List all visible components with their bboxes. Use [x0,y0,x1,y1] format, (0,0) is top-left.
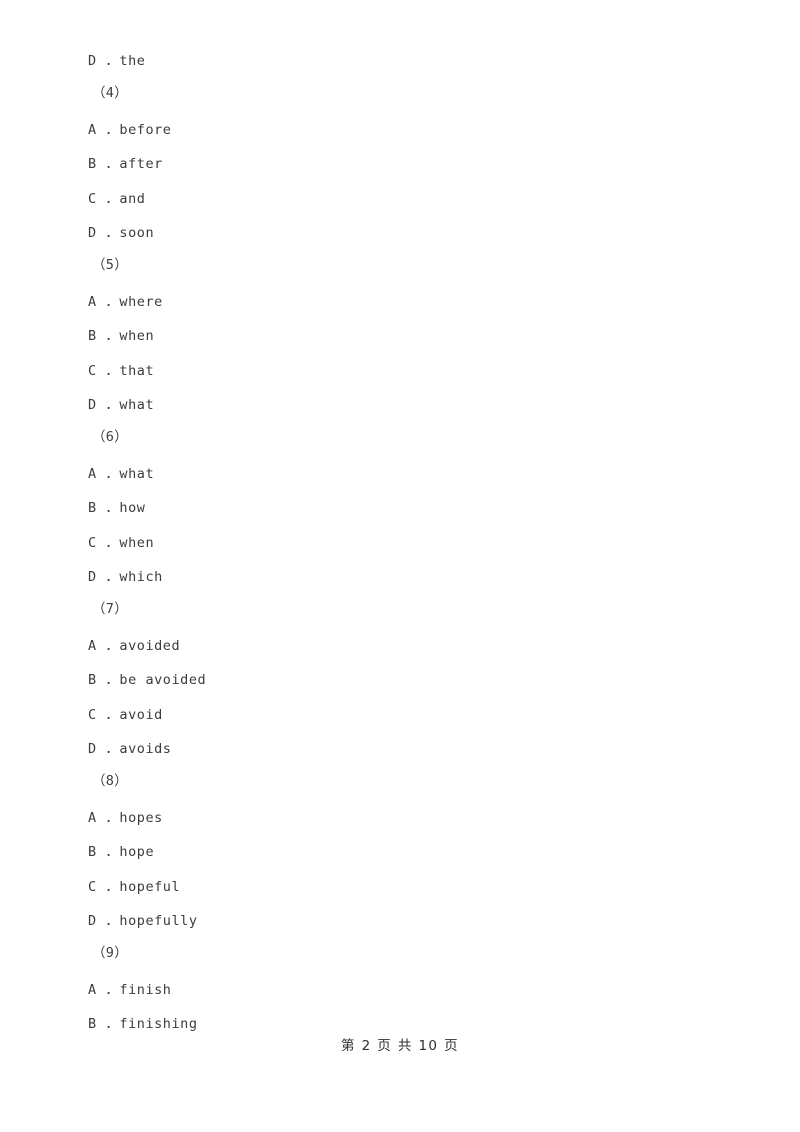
page-footer: 第 2 页 共 10 页 [0,1034,800,1054]
answer-option: D ．soon [88,225,155,241]
answer-option: A ．before [88,122,172,138]
answer-option: B ．when [88,328,155,344]
answer-option: B ．after [88,156,163,172]
answer-option: C ．and [88,191,146,207]
answer-option: A ．finish [88,982,172,998]
document-page: D ．the （4） A ．before B ．after C ．and D ．soon （… [0,0,800,1132]
answer-option: B ．how [88,500,146,516]
answer-option: B ．finishing [88,1016,198,1032]
question-group-label: （8） [92,773,129,789]
answer-option: A ．where [88,294,163,310]
question-group-label: （4） [92,85,129,101]
question-group-label: （7） [92,601,129,617]
answer-option: D ．which [88,569,163,585]
answer-option: C ．that [88,363,155,379]
question-group-label: （6） [92,429,129,445]
answer-option: D ．hopefully [88,913,198,929]
answer-option: C ．when [88,535,155,551]
answer-option: A ．avoided [88,638,181,654]
answer-option: D ．what [88,397,155,413]
answer-option: B ．be avoided [88,672,207,688]
answer-option: B ．hope [88,844,155,860]
answer-option: C ．avoid [88,707,163,723]
answer-option: A ．hopes [88,810,163,826]
answer-option: C ．hopeful [88,879,181,895]
question-group-label: （9） [92,945,129,961]
answer-option: D ．the [88,53,146,69]
answer-option: A ．what [88,466,155,482]
answer-option: D ．avoids [88,741,172,757]
page-number-label: 第 2 页 共 10 页 [340,1038,460,1054]
question-group-label: （5） [92,257,129,273]
